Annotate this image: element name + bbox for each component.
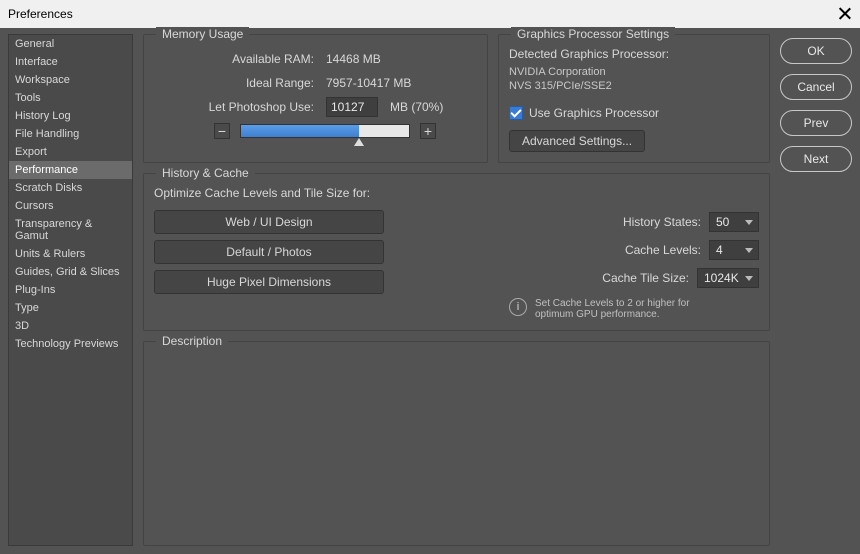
dialog-title: Preferences	[8, 7, 73, 21]
preferences-sidebar: General Interface Workspace Tools Histor…	[8, 34, 133, 546]
sidebar-item-guides-grid-slices[interactable]: Guides, Grid & Slices	[9, 263, 132, 281]
graphics-settings-legend: Graphics Processor Settings	[511, 27, 675, 41]
sidebar-item-transparency-gamut[interactable]: Transparency & Gamut	[9, 215, 132, 245]
memory-decrease-button[interactable]: −	[214, 123, 230, 139]
sidebar-item-units-rulers[interactable]: Units & Rulers	[9, 245, 132, 263]
memory-increase-button[interactable]: +	[420, 123, 436, 139]
titlebar: Preferences	[0, 0, 860, 28]
sidebar-item-workspace[interactable]: Workspace	[9, 71, 132, 89]
sidebar-item-plugins[interactable]: Plug-Ins	[9, 281, 132, 299]
sidebar-item-general[interactable]: General	[9, 35, 132, 53]
close-icon[interactable]	[838, 7, 852, 21]
advanced-settings-button[interactable]: Advanced Settings...	[509, 130, 645, 152]
preset-web-ui-button[interactable]: Web / UI Design	[154, 210, 384, 234]
sidebar-item-3d[interactable]: 3D	[9, 317, 132, 335]
photoshop-use-label: Let Photoshop Use:	[154, 100, 314, 114]
memory-slider[interactable]	[240, 124, 410, 138]
sidebar-item-cursors[interactable]: Cursors	[9, 197, 132, 215]
memory-slider-fill	[241, 125, 359, 137]
history-states-label: History States:	[623, 215, 701, 229]
dialog-buttons: OK Cancel Prev Next	[780, 34, 852, 546]
main-panel: Memory Usage Available RAM: 14468 MB Ide…	[143, 34, 770, 546]
cancel-button[interactable]: Cancel	[780, 74, 852, 100]
use-gpu-checkbox[interactable]	[509, 106, 523, 120]
available-ram-value: 14468 MB	[326, 52, 381, 66]
sidebar-item-export[interactable]: Export	[9, 143, 132, 161]
sidebar-item-history-log[interactable]: History Log	[9, 107, 132, 125]
photoshop-use-suffix: MB (70%)	[390, 100, 443, 114]
preset-default-photos-button[interactable]: Default / Photos	[154, 240, 384, 264]
optimize-label: Optimize Cache Levels and Tile Size for:	[154, 186, 409, 200]
preset-huge-pixel-button[interactable]: Huge Pixel Dimensions	[154, 270, 384, 294]
detected-gpu-label: Detected Graphics Processor:	[509, 47, 759, 61]
photoshop-use-input[interactable]	[326, 97, 378, 117]
ok-button[interactable]: OK	[780, 38, 852, 64]
use-gpu-label: Use Graphics Processor	[529, 106, 659, 120]
graphics-settings-group: Graphics Processor Settings Detected Gra…	[498, 34, 770, 163]
history-cache-legend: History & Cache	[156, 166, 255, 180]
sidebar-item-technology-previews[interactable]: Technology Previews	[9, 335, 132, 353]
cache-levels-label: Cache Levels:	[625, 243, 701, 257]
sidebar-item-file-handling[interactable]: File Handling	[9, 125, 132, 143]
ideal-range-label: Ideal Range:	[154, 76, 314, 90]
sidebar-item-interface[interactable]: Interface	[9, 53, 132, 71]
dialog-body: General Interface Workspace Tools Histor…	[0, 28, 860, 554]
gpu-device: NVS 315/PCIe/SSE2	[509, 79, 759, 93]
memory-usage-legend: Memory Usage	[156, 27, 249, 41]
history-cache-group: History & Cache Optimize Cache Levels an…	[143, 173, 770, 331]
gpu-vendor: NVIDIA Corporation	[509, 65, 759, 79]
cache-tile-size-label: Cache Tile Size:	[602, 271, 689, 285]
sidebar-item-type[interactable]: Type	[9, 299, 132, 317]
cache-levels-select[interactable]: 4	[709, 240, 759, 260]
prev-button[interactable]: Prev	[780, 110, 852, 136]
description-legend: Description	[156, 334, 228, 348]
info-icon: i	[509, 298, 527, 316]
sidebar-item-scratch-disks[interactable]: Scratch Disks	[9, 179, 132, 197]
cache-tile-size-select[interactable]: 1024K	[697, 268, 759, 288]
description-group: Description	[143, 341, 770, 546]
history-states-select[interactable]: 50	[709, 212, 759, 232]
ideal-range-value: 7957-10417 MB	[326, 76, 411, 90]
next-button[interactable]: Next	[780, 146, 852, 172]
sidebar-item-tools[interactable]: Tools	[9, 89, 132, 107]
memory-slider-thumb-icon[interactable]	[354, 138, 364, 146]
cache-info-text: Set Cache Levels to 2 or higher for opti…	[535, 298, 695, 320]
sidebar-item-performance[interactable]: Performance	[9, 161, 132, 179]
available-ram-label: Available RAM:	[154, 52, 314, 66]
memory-usage-group: Memory Usage Available RAM: 14468 MB Ide…	[143, 34, 488, 163]
